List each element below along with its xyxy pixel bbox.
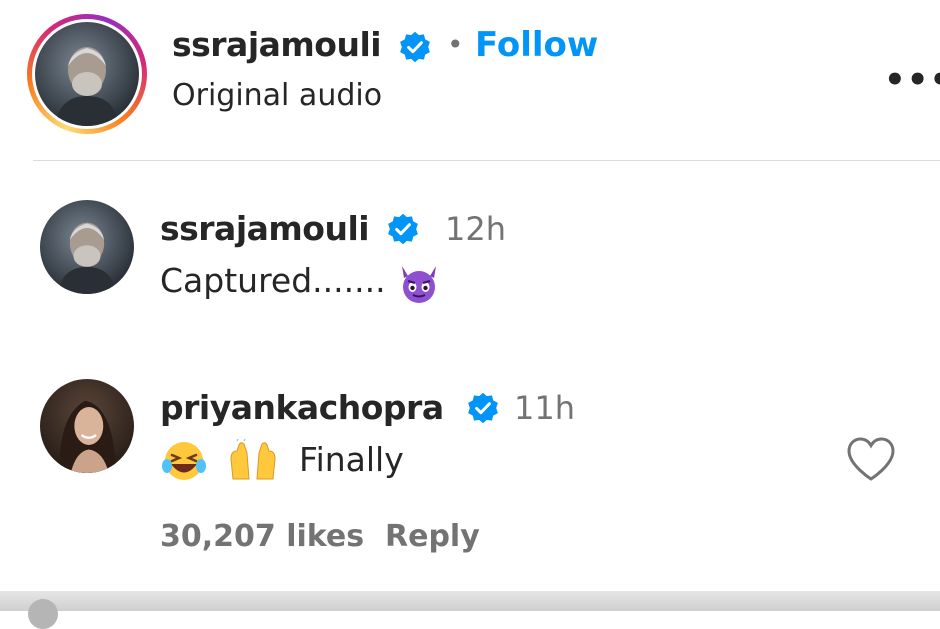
- verified-badge-icon: [468, 392, 498, 424]
- verified-badge-icon: [388, 213, 418, 245]
- separator-dot: •: [447, 28, 464, 61]
- comment-text-content: Finally: [299, 439, 404, 479]
- comment-username[interactable]: ssrajamouli: [160, 209, 370, 248]
- follow-button[interactable]: Follow: [475, 25, 598, 65]
- comment-text: Captured.......: [160, 261, 442, 304]
- smiling-imp-emoji: [402, 265, 437, 303]
- post-header: ssrajamouli • Follow Original audio •••: [0, 0, 940, 160]
- reply-button[interactable]: Reply: [385, 519, 480, 554]
- bottom-bar: [0, 591, 940, 629]
- story-ring[interactable]: [27, 14, 147, 134]
- heart-icon[interactable]: [846, 436, 896, 482]
- more-options-icon[interactable]: •••: [884, 60, 940, 100]
- audio-label[interactable]: Original audio: [172, 78, 382, 113]
- divider: [33, 160, 940, 161]
- rolling-laughing-emoji: [162, 442, 206, 480]
- avatar[interactable]: [40, 200, 134, 294]
- scroll-handle: [28, 599, 58, 629]
- comment-text: Finally: [160, 439, 404, 483]
- comment-item: ssrajamouli 12h Captured.......: [0, 195, 940, 305]
- avatar[interactable]: [40, 379, 134, 473]
- comment-username[interactable]: priyankachopra: [160, 388, 444, 427]
- header-username[interactable]: ssrajamouli: [172, 25, 382, 64]
- avatar[interactable]: [35, 22, 139, 126]
- comment-timestamp[interactable]: 12h: [445, 210, 506, 248]
- comment-text-content: Captured.......: [160, 261, 386, 300]
- raised-hands-emoji: [229, 439, 276, 480]
- verified-badge-icon: [400, 31, 430, 63]
- likes-count[interactable]: 30,207 likes: [160, 519, 364, 554]
- comment-timestamp[interactable]: 11h: [514, 389, 575, 427]
- comment-item: priyankachopra 11h Finally: [0, 375, 940, 485]
